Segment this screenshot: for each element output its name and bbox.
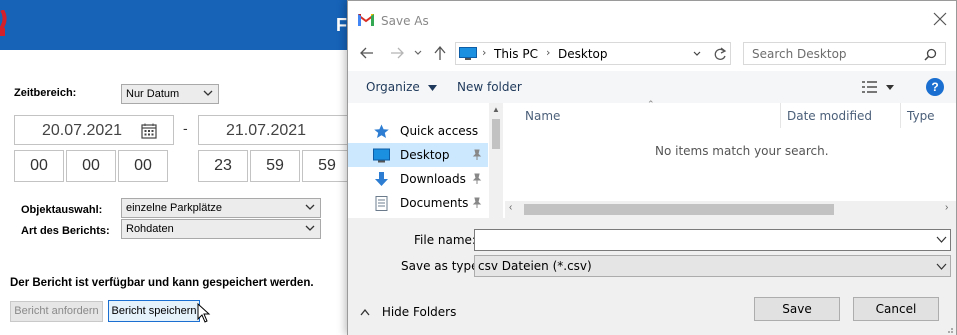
breadcrumb-separator-icon: › [482,46,487,59]
desktop-folder-icon [373,148,390,163]
cancel-button[interactable]: Cancel [853,297,939,321]
pin-icon [472,149,482,160]
up-arrow-icon[interactable] [432,45,448,61]
save-report-button[interactable]: Bericht speichern [108,300,200,322]
this-pc-icon [459,47,477,60]
nav-item-label: Desktop [400,148,450,162]
object-selection-value: einzelne Parkplätze [126,202,223,214]
nav-item-quick-access[interactable]: Quick access [348,119,488,143]
organize-label: Organize [366,80,420,94]
refresh-icon[interactable] [710,46,730,62]
report-type-label: Art des Berichts: [21,225,110,237]
screen: F Zeitbereich: Nur Datum 20.07.2021 - 21… [0,0,957,335]
address-bar[interactable]: › This PC › Desktop [455,42,731,65]
nav-item-label: Documents [400,196,469,210]
time-range-mode-select[interactable]: Nur Datum [121,84,219,104]
search-box[interactable]: Search Desktop [743,42,946,65]
chevron-down-icon [203,90,213,96]
hide-folders-label: Hide Folders [381,305,457,319]
request-report-button[interactable]: Bericht anfordern [10,301,103,322]
search-icon[interactable] [924,48,937,61]
app-logo-icon [0,10,7,36]
object-selection-label: Objektauswahl: [21,204,103,216]
scroll-left-icon[interactable]: ‹ [509,202,512,213]
save-as-dialog: Save As › This PC › Desktop Search Deskt… [347,0,957,335]
mouse-cursor-icon [197,303,211,323]
forward-arrow-icon[interactable] [389,45,405,61]
chevron-down-icon[interactable] [936,234,947,245]
chevron-up-icon [360,308,370,316]
report-type-value: Rohdaten [126,223,174,235]
empty-results-message: No items match your search. [655,144,829,158]
save-button[interactable]: Save [754,297,840,321]
file-list-horizontal-scrollbar[interactable]: ‹ › [505,201,956,218]
pin-icon [472,173,482,184]
start-date-input[interactable]: 20.07.2021 [14,115,174,145]
new-folder-button[interactable]: New folder [457,80,522,94]
breadcrumb-desktop[interactable]: Desktop [558,47,608,61]
breadcrumb-this-pc[interactable]: This PC [494,47,538,61]
file-name-label: File name: [414,233,476,247]
nav-item-label: Downloads [400,172,466,186]
chevron-down-icon [427,85,437,91]
save-as-type-select[interactable]: csv Dateien (*.csv) [474,255,951,277]
star-icon [374,124,389,138]
recent-locations-chevron-icon[interactable] [413,45,423,61]
scroll-right-icon[interactable]: › [945,202,948,213]
calendar-icon[interactable] [141,123,157,139]
navigation-pane: Quick access Desktop Downloads Documents [348,103,503,218]
file-name-input[interactable] [474,229,951,251]
column-header-type[interactable]: Type [901,103,956,128]
end-date-value: 21.07.2021 [226,122,307,139]
end-minute-input[interactable]: 59 [250,150,300,182]
chevron-down-icon [936,263,947,270]
save-form: File name: Save as type: csv Dateien (*.… [348,218,956,335]
column-header-date-modified[interactable]: Date modified [781,103,901,128]
dialog-title: Save As [381,14,429,28]
back-arrow-icon[interactable] [359,45,375,61]
documents-icon [375,196,388,211]
start-hour-input[interactable]: 00 [14,150,64,182]
close-icon[interactable] [932,11,948,27]
organize-menu[interactable]: Organize [366,80,437,94]
search-placeholder: Search Desktop [752,47,847,61]
navigation-pane-scrollbar[interactable]: ▲ [489,103,503,218]
chevron-down-icon [305,225,315,231]
save-as-type-label: Save as type: [401,259,483,273]
resize-grip-icon[interactable] [944,324,954,334]
nav-item-desktop[interactable]: Desktop [348,143,488,167]
end-date-input[interactable]: 21.07.2021 [198,115,350,145]
nav-item-downloads[interactable]: Downloads [348,167,488,191]
pin-icon [472,197,482,208]
navigation-bar: › This PC › Desktop Search Desktop [348,39,956,69]
hide-folders-toggle[interactable]: Hide Folders [360,305,456,319]
time-range-label: Zeitbereich: [14,87,77,99]
start-date-value: 20.07.2021 [42,122,123,139]
save-as-type-value: csv Dateien (*.csv) [478,259,592,273]
time-range-mode-value: Nur Datum [126,88,180,100]
report-status-message: Der Bericht ist verfügbar und kann gespe… [10,277,314,289]
address-dropdown-chevron-icon[interactable] [692,50,702,58]
scrollbar-thumb[interactable] [492,119,500,149]
nav-item-label: Quick access [400,124,479,138]
dialog-title-bar: Save As [348,1,956,39]
end-second-input[interactable]: 59 [302,150,352,182]
object-selection-select[interactable]: einzelne Parkplätze [121,198,321,218]
gmail-icon [358,14,374,26]
report-type-select[interactable]: Rohdaten [121,219,321,239]
start-second-input[interactable]: 00 [118,150,168,182]
nav-item-documents[interactable]: Documents [348,191,488,215]
app-title: F [336,15,347,35]
breadcrumb-separator-icon: › [546,46,551,59]
download-arrow-icon [375,172,388,186]
column-header-name[interactable]: Name [519,103,781,128]
view-options-icon[interactable] [862,80,896,94]
scroll-up-icon[interactable]: ▲ [492,105,500,114]
chevron-down-icon [305,204,315,210]
help-icon[interactable]: ? [926,78,944,96]
date-range-separator: - [183,120,188,136]
start-minute-input[interactable]: 00 [66,150,116,182]
scrollbar-thumb[interactable] [524,204,834,215]
end-hour-input[interactable]: 23 [198,150,248,182]
